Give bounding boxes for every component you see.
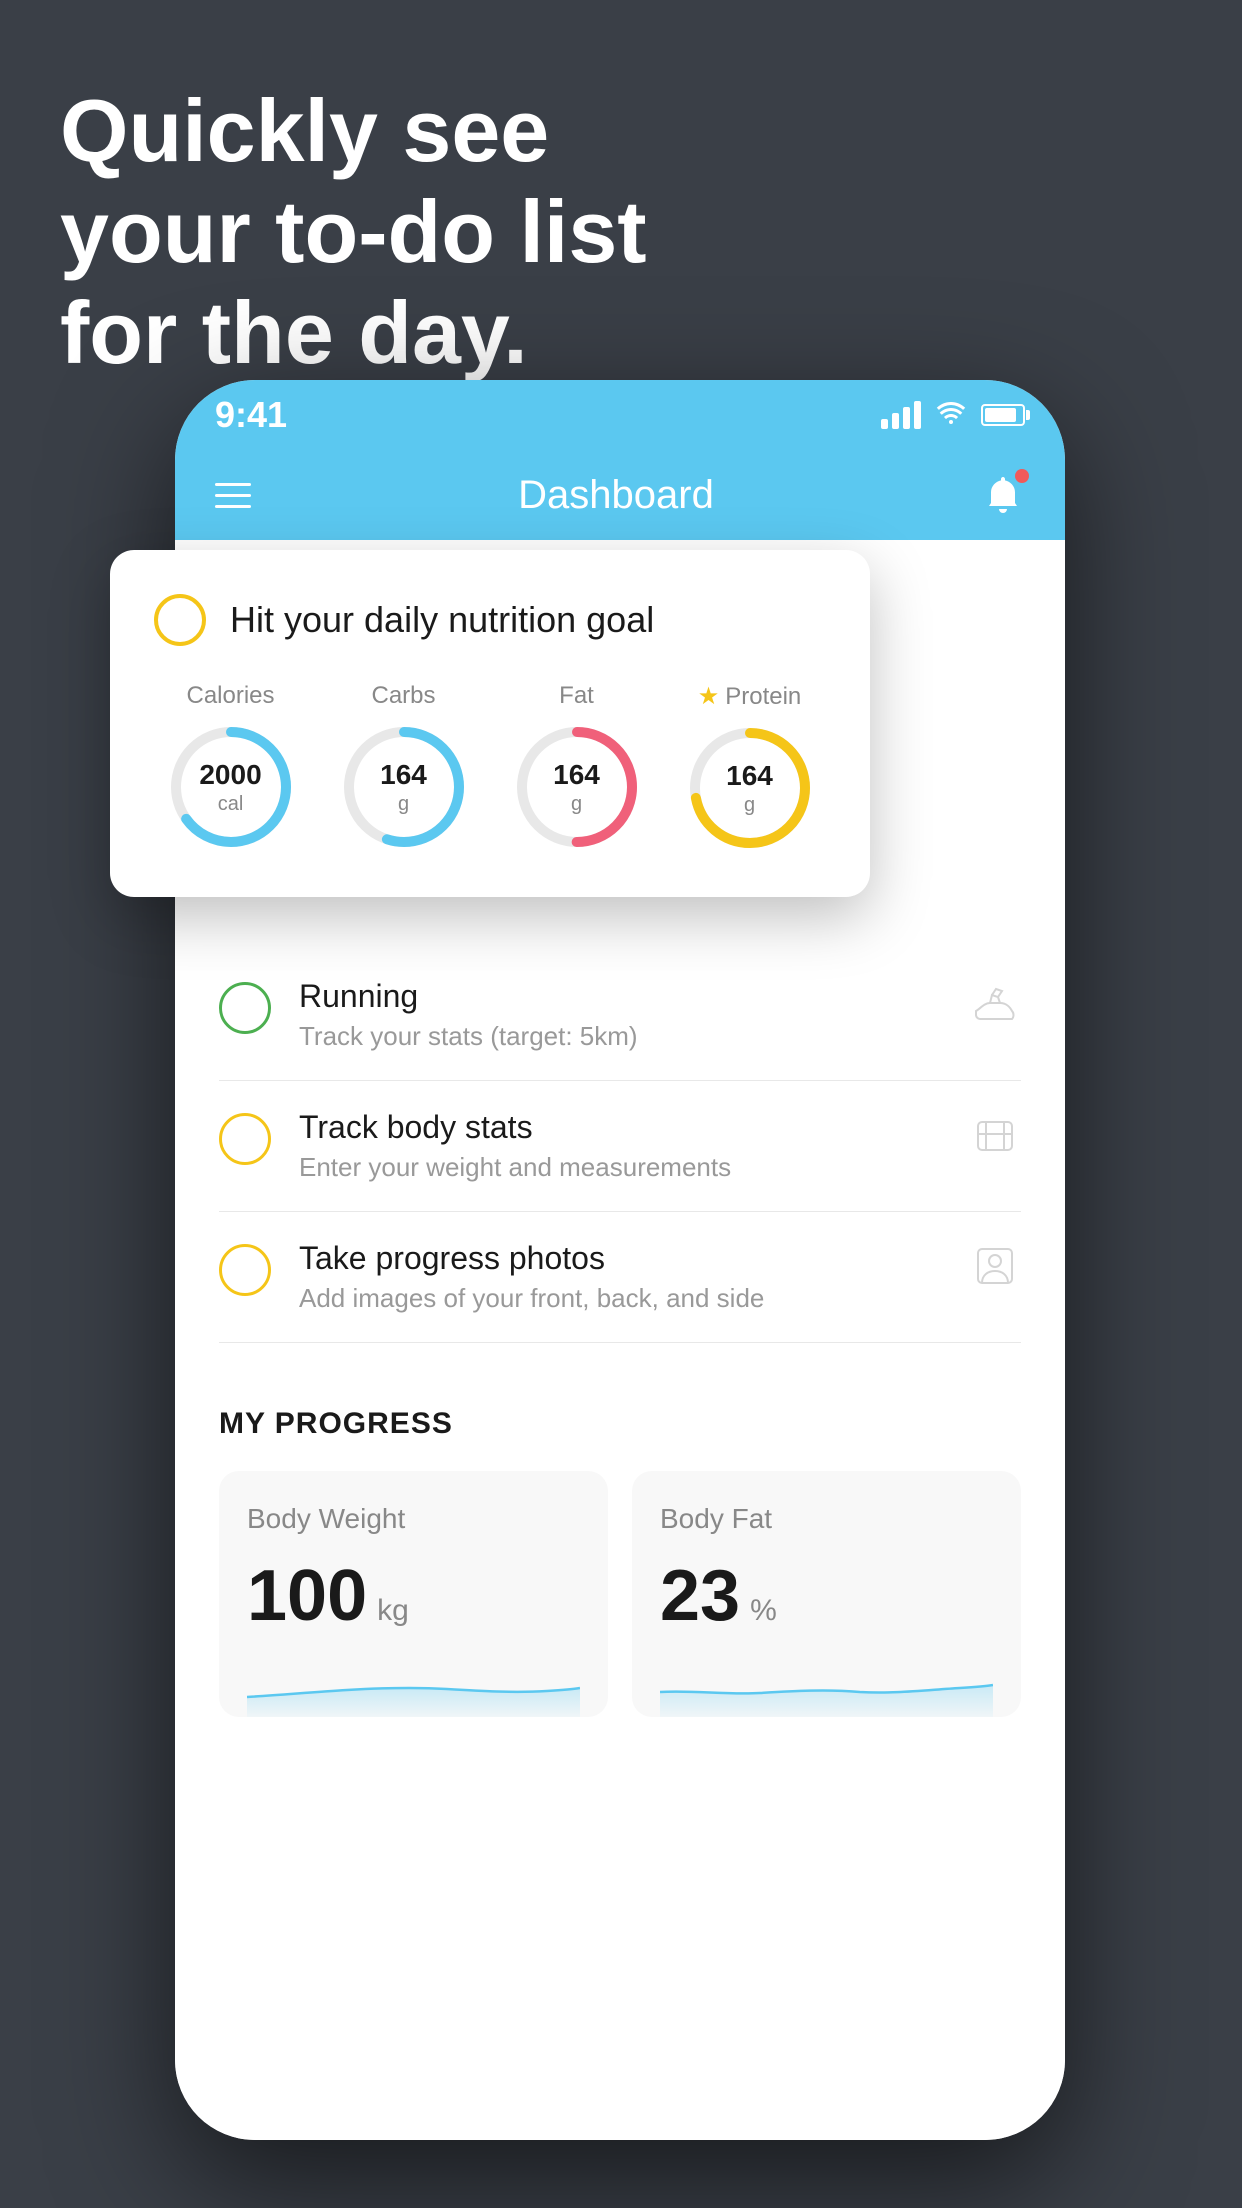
todo-sub-running: Track your stats (target: 5km) [299, 1021, 941, 1052]
todo-item-photos[interactable]: Take progress photos Add images of your … [219, 1212, 1021, 1343]
fat-value: 164 [553, 758, 600, 792]
progress-card-weight[interactable]: Body Weight 100 kg [219, 1471, 608, 1717]
calories-unit: cal [199, 792, 261, 816]
progress-card-bodyfat-title: Body Fat [660, 1503, 993, 1535]
nutrition-grid: Calories 2000 cal Carbs [154, 682, 826, 853]
protein-unit: g [726, 793, 773, 817]
headline: Quickly see your to-do list for the day. [60, 80, 647, 384]
todo-title-body-stats: Track body stats [299, 1109, 941, 1146]
status-bar: 9:41 [175, 380, 1065, 450]
todo-circle-photos [219, 1244, 271, 1296]
todo-title-photos: Take progress photos [299, 1240, 941, 1277]
todo-title-running: Running [299, 978, 941, 1015]
progress-weight-unit: kg [377, 1594, 409, 1628]
progress-weight-value: 100 [247, 1555, 367, 1637]
todo-item-running[interactable]: Running Track your stats (target: 5km) [219, 950, 1021, 1081]
todo-circle-body-stats [219, 1113, 271, 1165]
progress-header: MY PROGRESS [219, 1407, 1021, 1441]
todo-item-body-stats[interactable]: Track body stats Enter your weight and m… [219, 1081, 1021, 1212]
battery-icon [981, 404, 1025, 426]
calories-value: 2000 [199, 758, 261, 792]
notification-badge [1015, 469, 1029, 483]
calories-label: Calories [154, 682, 307, 710]
protein-label: ★ Protein [673, 682, 826, 711]
todo-list: Running Track your stats (target: 5km) T… [175, 950, 1065, 1343]
bodyfat-chart [660, 1657, 993, 1717]
nutrition-protein: ★ Protein 164 g [673, 682, 826, 853]
status-icons [881, 399, 1025, 431]
featured-card: Hit your daily nutrition goal Calories 2… [110, 550, 870, 897]
protein-value: 164 [726, 759, 773, 793]
headline-line3: for the day. [60, 282, 647, 383]
person-icon [969, 1240, 1021, 1292]
progress-cards: Body Weight 100 kg [219, 1471, 1021, 1717]
signal-icon [881, 401, 921, 429]
todo-sub-body-stats: Enter your weight and measurements [299, 1152, 941, 1183]
progress-card-weight-title: Body Weight [247, 1503, 580, 1535]
progress-bodyfat-unit: % [750, 1594, 777, 1628]
weight-chart [247, 1657, 580, 1717]
card-title: Hit your daily nutrition goal [230, 599, 654, 641]
shoe-icon [969, 978, 1021, 1030]
status-time: 9:41 [215, 394, 287, 436]
star-icon: ★ [698, 682, 720, 711]
protein-progress: 164 g [685, 723, 815, 853]
todo-sub-photos: Add images of your front, back, and side [299, 1283, 941, 1314]
carbs-label: Carbs [327, 682, 480, 710]
progress-card-bodyfat[interactable]: Body Fat 23 % [632, 1471, 1021, 1717]
nutrition-calories: Calories 2000 cal [154, 682, 307, 853]
carbs-value: 164 [380, 758, 427, 792]
progress-section: MY PROGRESS Body Weight 100 kg [175, 1363, 1065, 1717]
task-circle [154, 594, 206, 646]
calories-progress: 2000 cal [166, 722, 296, 852]
scale-icon [969, 1109, 1021, 1161]
nutrition-fat: Fat 164 g [500, 682, 653, 853]
nav-title: Dashboard [518, 473, 714, 518]
progress-bodyfat-value: 23 [660, 1555, 740, 1637]
nav-bar: Dashboard [175, 450, 1065, 540]
fat-progress: 164 g [512, 722, 642, 852]
carbs-progress: 164 g [339, 722, 469, 852]
fat-label: Fat [500, 682, 653, 710]
wifi-icon [935, 399, 967, 431]
todo-circle-running [219, 982, 271, 1034]
menu-button[interactable] [215, 483, 251, 508]
headline-line2: your to-do list [60, 181, 647, 282]
nutrition-carbs: Carbs 164 g [327, 682, 480, 853]
fat-unit: g [553, 792, 600, 816]
headline-line1: Quickly see [60, 80, 647, 181]
carbs-unit: g [380, 792, 427, 816]
notifications-button[interactable] [981, 473, 1025, 517]
